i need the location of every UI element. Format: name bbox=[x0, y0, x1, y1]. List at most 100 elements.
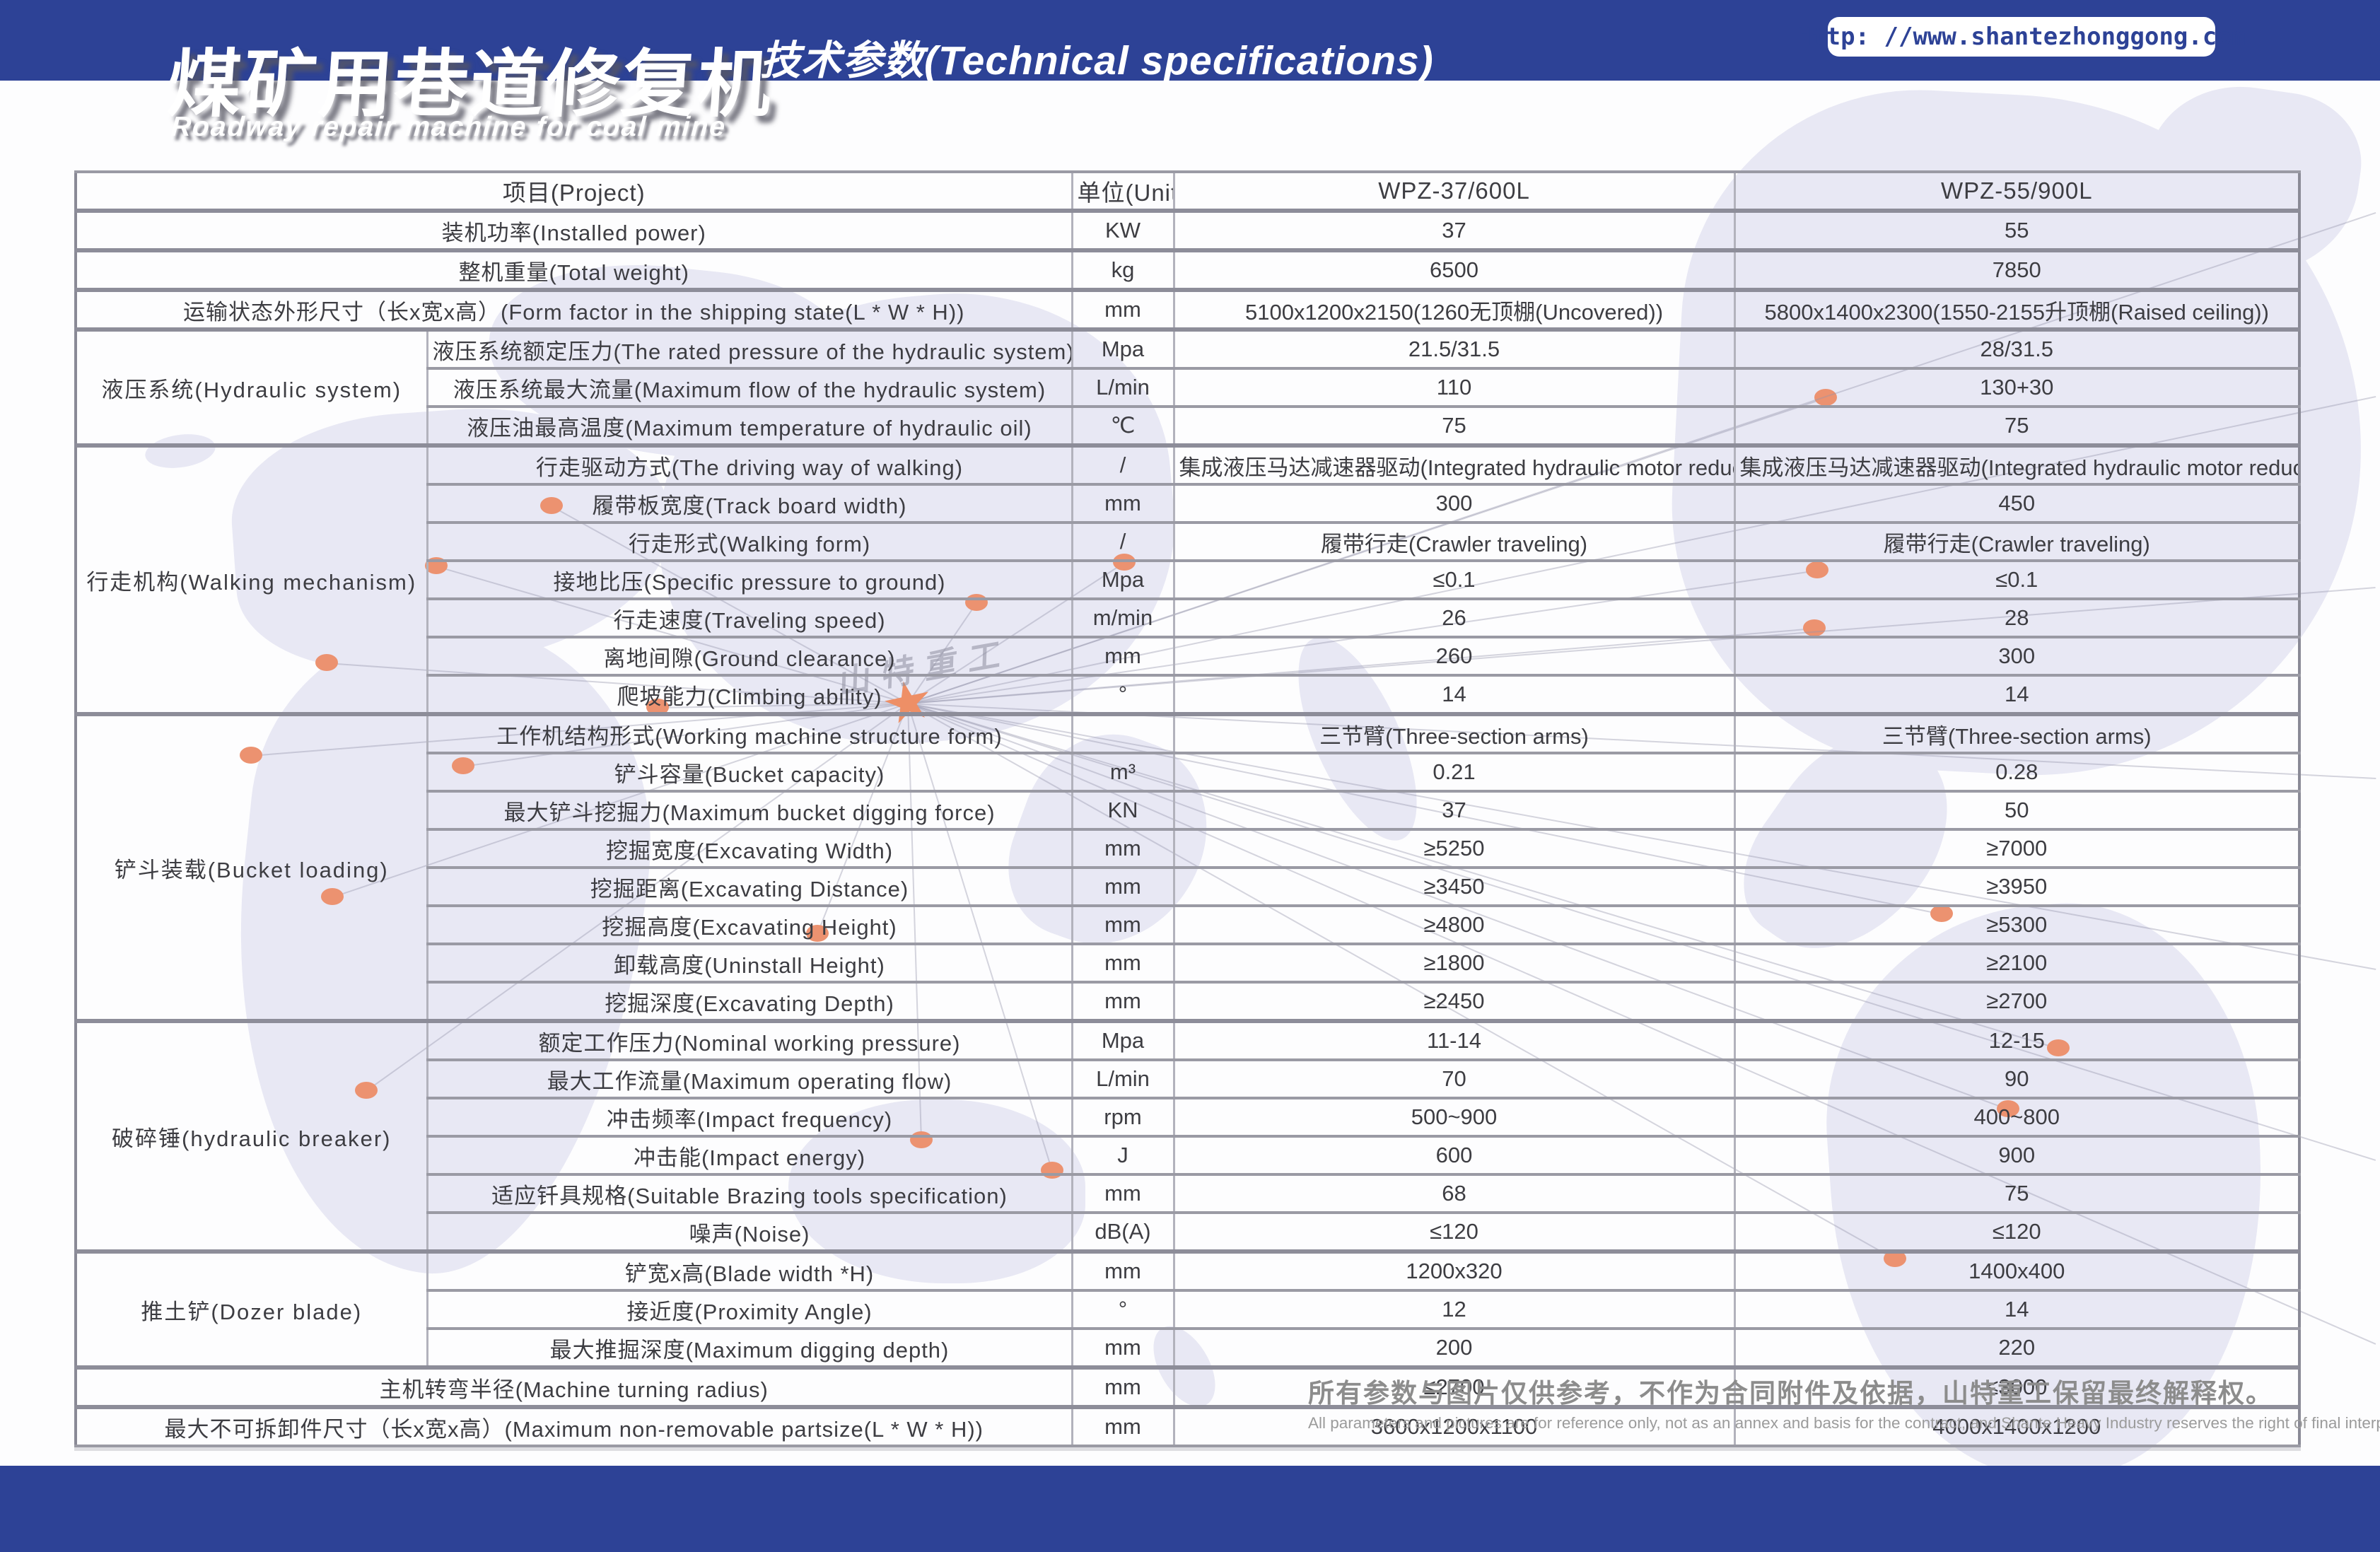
item-cell: 噪声(Noise) bbox=[427, 1213, 1072, 1251]
disclaimer-block: 所有参数与图片仅供参考，不作为合同附件及依据，山特重工保留最终解释权。 All … bbox=[1308, 1372, 2248, 1433]
value-cell: 5800x1400x2300(1550-2155升顶棚(Raised ceili… bbox=[1734, 290, 2299, 329]
item-cell: 接地比压(Specific pressure to ground) bbox=[427, 561, 1072, 599]
value-cell: 14 bbox=[1734, 1290, 2299, 1329]
item-cell: 冲击能(Impact energy) bbox=[427, 1136, 1072, 1174]
value-cell: 450 bbox=[1734, 484, 2299, 523]
value-cell: 75 bbox=[1174, 407, 1734, 445]
value-cell: ≥2450 bbox=[1174, 982, 1734, 1021]
value-cell: ≥5250 bbox=[1174, 829, 1734, 868]
value-cell: 28 bbox=[1734, 599, 2299, 637]
item-cell: 履带板宽度(Track board width) bbox=[427, 484, 1072, 523]
value-cell: 300 bbox=[1734, 637, 2299, 675]
value-cell: 28/31.5 bbox=[1734, 329, 2299, 368]
unit-cell: Mpa bbox=[1072, 1021, 1174, 1060]
item-cell: 挖掘宽度(Excavating Width) bbox=[427, 829, 1072, 868]
value-cell: 200 bbox=[1174, 1329, 1734, 1367]
value-cell: 履带行走(Crawler traveling) bbox=[1734, 523, 2299, 561]
website-url-box: Http: //www.shantezhonggong.com bbox=[1828, 17, 2215, 57]
value-cell: 70 bbox=[1174, 1060, 1734, 1098]
website-url: Http: //www.shantezhonggong.com bbox=[1797, 23, 2246, 51]
item-cell: 接近度(Proximity Angle) bbox=[427, 1290, 1072, 1329]
value-cell: 400~800 bbox=[1734, 1098, 2299, 1136]
unit-cell: L/min bbox=[1072, 1060, 1174, 1098]
item-cell: 最大工作流量(Maximum operating flow) bbox=[427, 1060, 1072, 1098]
value-cell: 三节臂(Three-section arms) bbox=[1734, 714, 2299, 753]
cat-cell: 液压系统(Hydraulic system) bbox=[76, 329, 427, 445]
item-cell: 挖掘高度(Excavating Height) bbox=[427, 906, 1072, 944]
value-cell: 110 bbox=[1174, 368, 1734, 407]
unit-cell: KN bbox=[1072, 791, 1174, 829]
unit-cell bbox=[1072, 714, 1174, 753]
spec-row: 推土铲(Dozer blade)铲宽x高(Blade width *H)mm12… bbox=[76, 1251, 2299, 1290]
value-cell: 130+30 bbox=[1734, 368, 2299, 407]
value-cell: 500~900 bbox=[1174, 1098, 1734, 1136]
item-cell: 液压油最高温度(Maximum temperature of hydraulic… bbox=[427, 407, 1072, 445]
item-cell: 爬坡能力(Climbing ability) bbox=[427, 675, 1072, 714]
unit-cell: mm bbox=[1072, 1407, 1174, 1446]
value-cell: 11-14 bbox=[1174, 1021, 1734, 1060]
value-cell: 1400x400 bbox=[1734, 1251, 2299, 1290]
unit-cell: ° bbox=[1072, 675, 1174, 714]
value-cell: 68 bbox=[1174, 1174, 1734, 1213]
unit-cell: mm bbox=[1072, 637, 1174, 675]
unit-cell: mm bbox=[1072, 1367, 1174, 1407]
item-cell: 液压系统额定压力(The rated pressure of the hydra… bbox=[427, 329, 1072, 368]
page-title-en: Roadway repair machine for coal mine bbox=[170, 112, 727, 143]
item-cell: 挖掘距离(Excavating Distance) bbox=[427, 868, 1072, 906]
unit-cell: m³ bbox=[1072, 753, 1174, 791]
value-cell: 5100x1200x2150(1260无顶棚(Uncovered)) bbox=[1174, 290, 1734, 329]
value-cell: 12 bbox=[1174, 1290, 1734, 1329]
unit-cell: mm bbox=[1072, 1329, 1174, 1367]
spec-row: 破碎锤(hydraulic breaker)额定工作压力(Nominal wor… bbox=[76, 1021, 2299, 1060]
value-cell: 37 bbox=[1174, 791, 1734, 829]
spec-row: 整机重量(Total weight)kg65007850 bbox=[76, 250, 2299, 290]
value-cell: 37 bbox=[1174, 211, 1734, 250]
unit-cell: Mpa bbox=[1072, 561, 1174, 599]
value-cell: ≥2100 bbox=[1734, 944, 2299, 982]
value-cell: 260 bbox=[1174, 637, 1734, 675]
unit-cell: m/min bbox=[1072, 599, 1174, 637]
value-cell: 6500 bbox=[1174, 250, 1734, 290]
value-cell: 14 bbox=[1174, 675, 1734, 714]
item-cell: 冲击频率(Impact frequency) bbox=[427, 1098, 1072, 1136]
value-cell: ≥5300 bbox=[1734, 906, 2299, 944]
value-cell: 14 bbox=[1734, 675, 2299, 714]
item-cell: 卸载高度(Uninstall Height) bbox=[427, 944, 1072, 982]
col-header-model1: WPZ-37/600L bbox=[1174, 172, 1734, 211]
item-cell: 适应钎具规格(Suitable Brazing tools specificat… bbox=[427, 1174, 1072, 1213]
item-cell: 整机重量(Total weight) bbox=[76, 250, 1072, 290]
unit-cell: mm bbox=[1072, 944, 1174, 982]
value-cell: 履带行走(Crawler traveling) bbox=[1174, 523, 1734, 561]
unit-cell: mm bbox=[1072, 906, 1174, 944]
value-cell: 300 bbox=[1174, 484, 1734, 523]
unit-cell: / bbox=[1072, 445, 1174, 484]
unit-cell: mm bbox=[1072, 484, 1174, 523]
value-cell: ≥2700 bbox=[1734, 982, 2299, 1021]
unit-cell: mm bbox=[1072, 829, 1174, 868]
unit-cell: / bbox=[1072, 523, 1174, 561]
cat-cell: 铲斗装载(Bucket loading) bbox=[76, 714, 427, 1021]
value-cell: ≤0.1 bbox=[1734, 561, 2299, 599]
value-cell: ≥7000 bbox=[1734, 829, 2299, 868]
unit-cell: rpm bbox=[1072, 1098, 1174, 1136]
table-header-row: 项目(Project) 单位(Unit) WPZ-37/600L WPZ-55/… bbox=[76, 172, 2299, 211]
spec-row: 行走机构(Walking mechanism)行走驱动方式(The drivin… bbox=[76, 445, 2299, 484]
item-cell: 铲斗容量(Bucket capacity) bbox=[427, 753, 1072, 791]
unit-cell: mm bbox=[1072, 868, 1174, 906]
value-cell: 0.28 bbox=[1734, 753, 2299, 791]
spec-table: 项目(Project) 单位(Unit) WPZ-37/600L WPZ-55/… bbox=[74, 170, 2301, 1447]
item-cell: 运输状态外形尺寸（长x宽x高）(Form factor in the shipp… bbox=[76, 290, 1072, 329]
value-cell: 集成液压马达减速器驱动(Integrated hydraulic motor r… bbox=[1174, 445, 1734, 484]
spec-row: 运输状态外形尺寸（长x宽x高）(Form factor in the shipp… bbox=[76, 290, 2299, 329]
col-header-unit: 单位(Unit) bbox=[1072, 172, 1174, 211]
item-cell: 工作机结构形式(Working machine structure form) bbox=[427, 714, 1072, 753]
value-cell: 1200x320 bbox=[1174, 1251, 1734, 1290]
value-cell: 55 bbox=[1734, 211, 2299, 250]
spec-sheet-page: 山特重工 煤矿用巷道修复机 Roadway repair machine for… bbox=[0, 0, 2380, 1552]
value-cell: ≥3950 bbox=[1734, 868, 2299, 906]
value-cell: 0.21 bbox=[1174, 753, 1734, 791]
value-cell: 26 bbox=[1174, 599, 1734, 637]
value-cell: ≥4800 bbox=[1174, 906, 1734, 944]
value-cell: 三节臂(Three-section arms) bbox=[1174, 714, 1734, 753]
unit-cell: L/min bbox=[1072, 368, 1174, 407]
